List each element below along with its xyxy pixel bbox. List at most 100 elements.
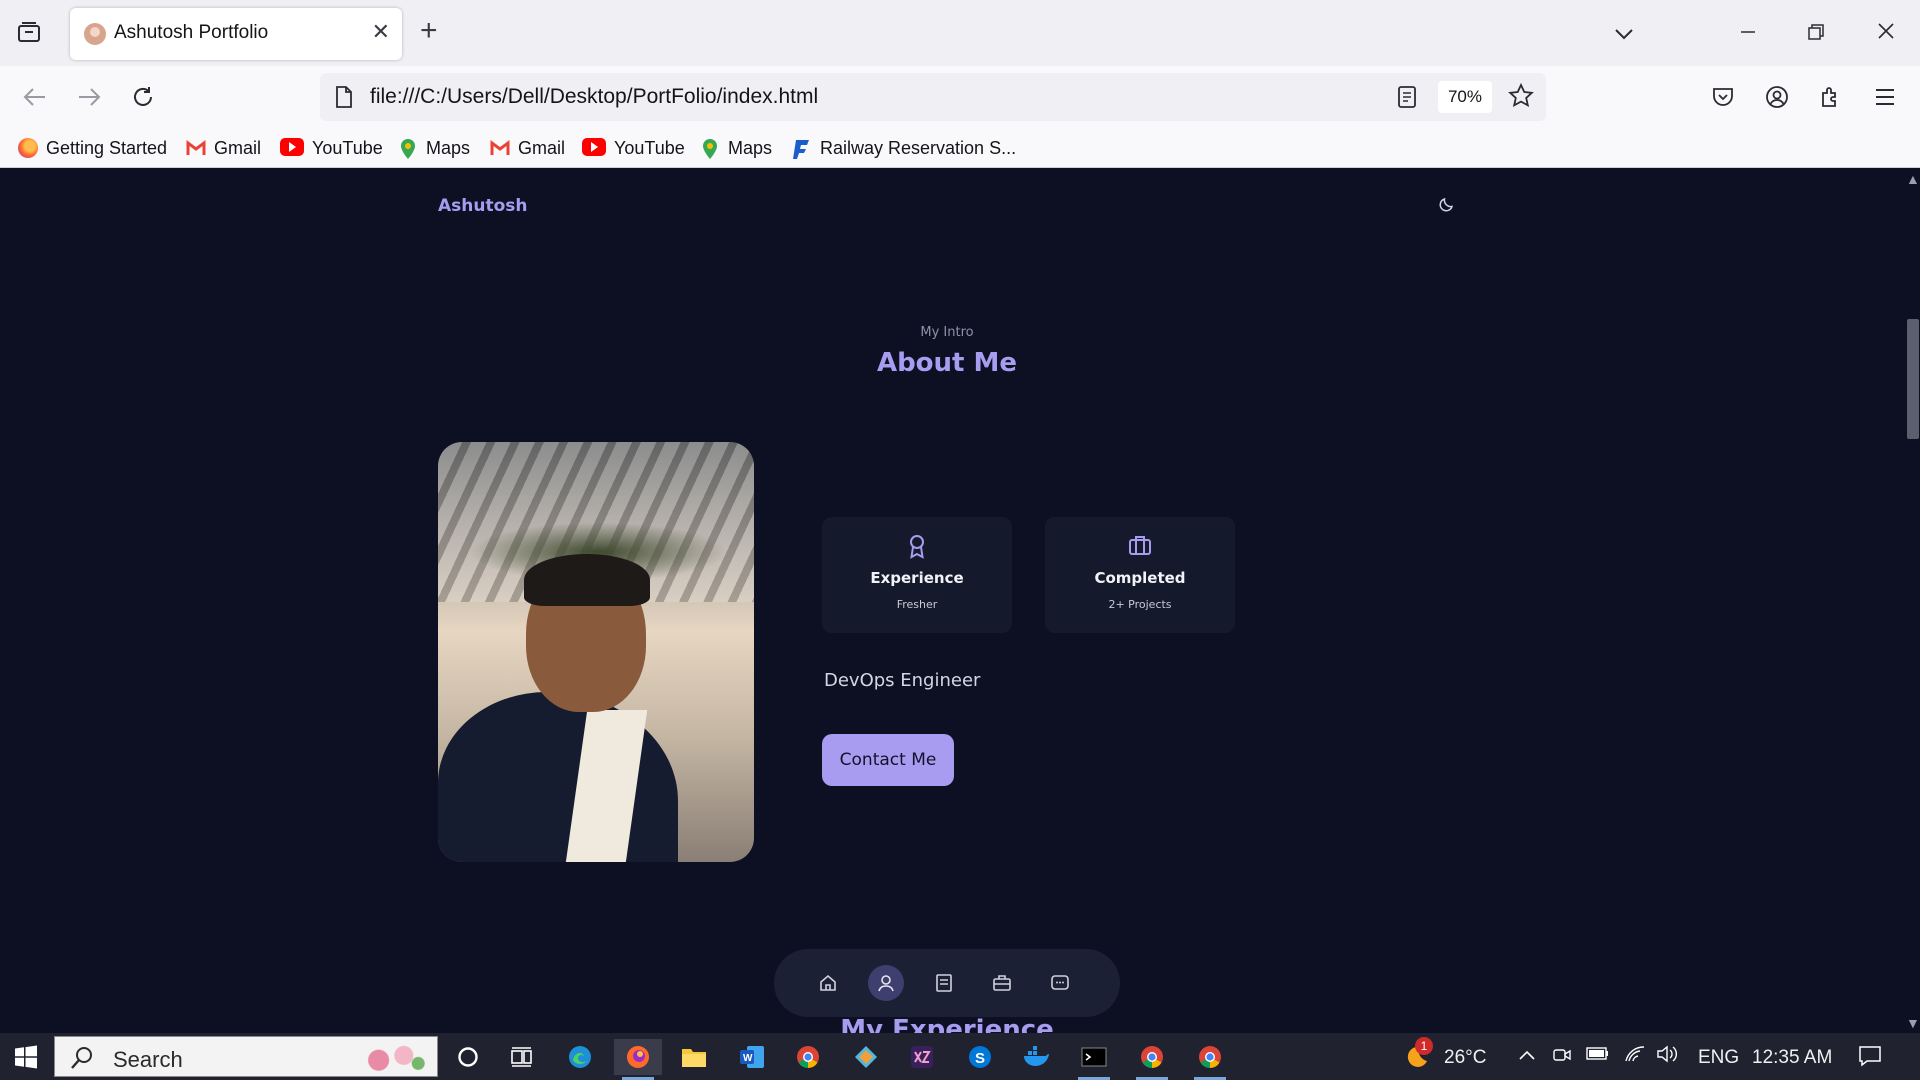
search-highlight-icon bbox=[357, 1041, 429, 1073]
weather-badge: 1 bbox=[1415, 1037, 1433, 1055]
bookmark-youtube[interactable]: YouTube bbox=[582, 136, 685, 160]
user-icon[interactable] bbox=[868, 965, 904, 1001]
active-tab[interactable]: Ashutosh Portfolio ✕ bbox=[70, 8, 402, 60]
briefcase-icon bbox=[1128, 533, 1152, 562]
battery-icon[interactable] bbox=[1586, 1045, 1610, 1066]
photo-hair bbox=[524, 554, 650, 606]
terminal-icon[interactable] bbox=[1070, 1039, 1118, 1080]
back-button[interactable] bbox=[18, 80, 52, 114]
contact-me-button[interactable]: Contact Me bbox=[822, 734, 954, 786]
close-tab-button[interactable]: ✕ bbox=[372, 21, 390, 43]
notifications-icon[interactable] bbox=[1858, 1045, 1882, 1072]
bookmark-maps[interactable]: Maps bbox=[398, 136, 470, 160]
card-title: Completed bbox=[1094, 569, 1186, 587]
gmail-icon bbox=[186, 138, 206, 158]
word-icon[interactable]: W bbox=[728, 1039, 776, 1075]
bookmark-label: YouTube bbox=[312, 137, 383, 158]
tab-overflow-chevron-icon[interactable] bbox=[1604, 18, 1644, 48]
bookmark-label: Maps bbox=[426, 137, 471, 158]
reload-button[interactable] bbox=[126, 80, 160, 114]
skype-icon[interactable]: S bbox=[956, 1039, 1004, 1075]
pocket-icon[interactable] bbox=[1706, 80, 1740, 114]
volume-icon[interactable] bbox=[1656, 1045, 1678, 1068]
section-subtitle: My Intro bbox=[920, 325, 974, 340]
bookmark-label: Maps bbox=[728, 137, 773, 158]
task-view-icon[interactable] bbox=[498, 1039, 546, 1075]
restore-button[interactable] bbox=[1796, 18, 1836, 48]
bookmark-label: Getting Started bbox=[46, 137, 168, 158]
extensions-icon[interactable] bbox=[1814, 80, 1848, 114]
tab-title: Ashutosh Portfolio bbox=[114, 22, 269, 43]
firefox-icon bbox=[18, 138, 38, 158]
home-icon[interactable] bbox=[810, 965, 846, 1001]
site-logo[interactable]: Ashutosh bbox=[438, 196, 528, 216]
bottom-navigation bbox=[774, 949, 1120, 1017]
briefcase-icon[interactable] bbox=[984, 965, 1020, 1001]
navigation-toolbar: file:///C:/Users/Dell/Desktop/PortFolio/… bbox=[0, 66, 1920, 128]
zoom-level-button[interactable]: 70% bbox=[1437, 81, 1492, 113]
bookmark-label: Gmail bbox=[214, 137, 262, 158]
youtube-icon bbox=[582, 138, 606, 158]
edge-icon[interactable] bbox=[556, 1039, 604, 1075]
close-window-button[interactable] bbox=[1866, 18, 1906, 48]
git-icon[interactable] bbox=[842, 1039, 890, 1075]
reader-view-icon[interactable] bbox=[1396, 85, 1418, 114]
page-icon bbox=[334, 85, 354, 114]
bookmark-label: YouTube bbox=[614, 137, 685, 158]
scroll-up-icon[interactable]: ▲ bbox=[1906, 171, 1920, 187]
file-explorer-icon[interactable] bbox=[670, 1039, 718, 1075]
bookmark-railway-reservation[interactable]: Railway Reservation S... bbox=[792, 136, 1016, 160]
clock[interactable]: 12:35 AM bbox=[1752, 1047, 1832, 1069]
bookmark-gmail[interactable]: Gmail bbox=[490, 136, 565, 160]
file-icon[interactable] bbox=[926, 965, 962, 1001]
windows-taskbar: Search W S 1 26°C ENG 12:35 AM bbox=[0, 1033, 1920, 1080]
bookmark-star-icon[interactable] bbox=[1508, 82, 1534, 114]
page-viewport: Ashutosh My Intro About Me Experience Fr… bbox=[0, 169, 1904, 1033]
menu-icon[interactable] bbox=[1868, 80, 1902, 114]
bookmark-youtube[interactable]: YouTube bbox=[280, 136, 383, 160]
message-icon[interactable] bbox=[1042, 965, 1078, 1001]
bookmark-maps[interactable]: Maps bbox=[700, 136, 772, 160]
role-text: DevOps Engineer bbox=[824, 670, 981, 691]
account-icon[interactable] bbox=[1760, 80, 1794, 114]
bookmark-getting-started[interactable]: Getting Started bbox=[18, 136, 167, 160]
address-bar[interactable]: file:///C:/Users/Dell/Desktop/PortFolio/… bbox=[320, 73, 1546, 121]
experience-card: Experience Fresher bbox=[822, 517, 1012, 633]
scrollbar-thumb[interactable] bbox=[1907, 319, 1919, 439]
tab-favicon-icon bbox=[84, 23, 106, 45]
visual-studio-icon[interactable] bbox=[898, 1039, 946, 1075]
maps-icon bbox=[398, 138, 418, 159]
search-icon bbox=[69, 1045, 95, 1076]
chrome-icon[interactable] bbox=[784, 1039, 832, 1075]
show-hidden-icons-chevron-icon[interactable] bbox=[1518, 1045, 1536, 1066]
chrome-window-icon[interactable] bbox=[1128, 1039, 1176, 1080]
section-title: About Me bbox=[876, 348, 1018, 378]
chrome-profile-icon[interactable] bbox=[1186, 1039, 1234, 1080]
language-indicator[interactable]: ENG bbox=[1698, 1047, 1739, 1069]
moon-icon[interactable] bbox=[1438, 195, 1458, 215]
firefox-taskbar-icon[interactable] bbox=[614, 1039, 662, 1080]
weather-temperature[interactable]: 26°C bbox=[1444, 1047, 1486, 1069]
docker-icon[interactable] bbox=[1012, 1039, 1060, 1075]
new-tab-button[interactable]: + bbox=[420, 16, 438, 46]
gmail-icon bbox=[490, 138, 510, 158]
forward-button[interactable] bbox=[72, 80, 106, 114]
maps-icon bbox=[700, 138, 720, 159]
page-scrollbar[interactable]: ▲ ▼ bbox=[1904, 169, 1920, 1033]
cortana-icon[interactable] bbox=[444, 1039, 492, 1075]
url-text[interactable]: file:///C:/Users/Dell/Desktop/PortFolio/… bbox=[370, 85, 818, 109]
bookmarks-toolbar: Getting Started Gmail YouTube Maps Gmail… bbox=[0, 128, 1920, 168]
list-all-tabs-button[interactable] bbox=[16, 20, 44, 46]
meet-now-icon[interactable] bbox=[1552, 1045, 1572, 1070]
bookmark-label: Gmail bbox=[518, 137, 566, 158]
scroll-down-icon[interactable]: ▼ bbox=[1906, 1015, 1920, 1031]
bookmark-label: Railway Reservation S... bbox=[820, 137, 1017, 158]
card-subtitle: Fresher bbox=[896, 598, 938, 611]
windows-start-icon[interactable] bbox=[14, 1045, 38, 1074]
bookmark-gmail[interactable]: Gmail bbox=[186, 136, 261, 160]
taskbar-search-box[interactable]: Search bbox=[54, 1036, 438, 1077]
completed-card: Completed 2+ Projects bbox=[1045, 517, 1235, 633]
minimize-button[interactable] bbox=[1728, 18, 1768, 48]
wifi-icon[interactable] bbox=[1624, 1045, 1646, 1068]
svg-text:S: S bbox=[975, 1050, 985, 1067]
